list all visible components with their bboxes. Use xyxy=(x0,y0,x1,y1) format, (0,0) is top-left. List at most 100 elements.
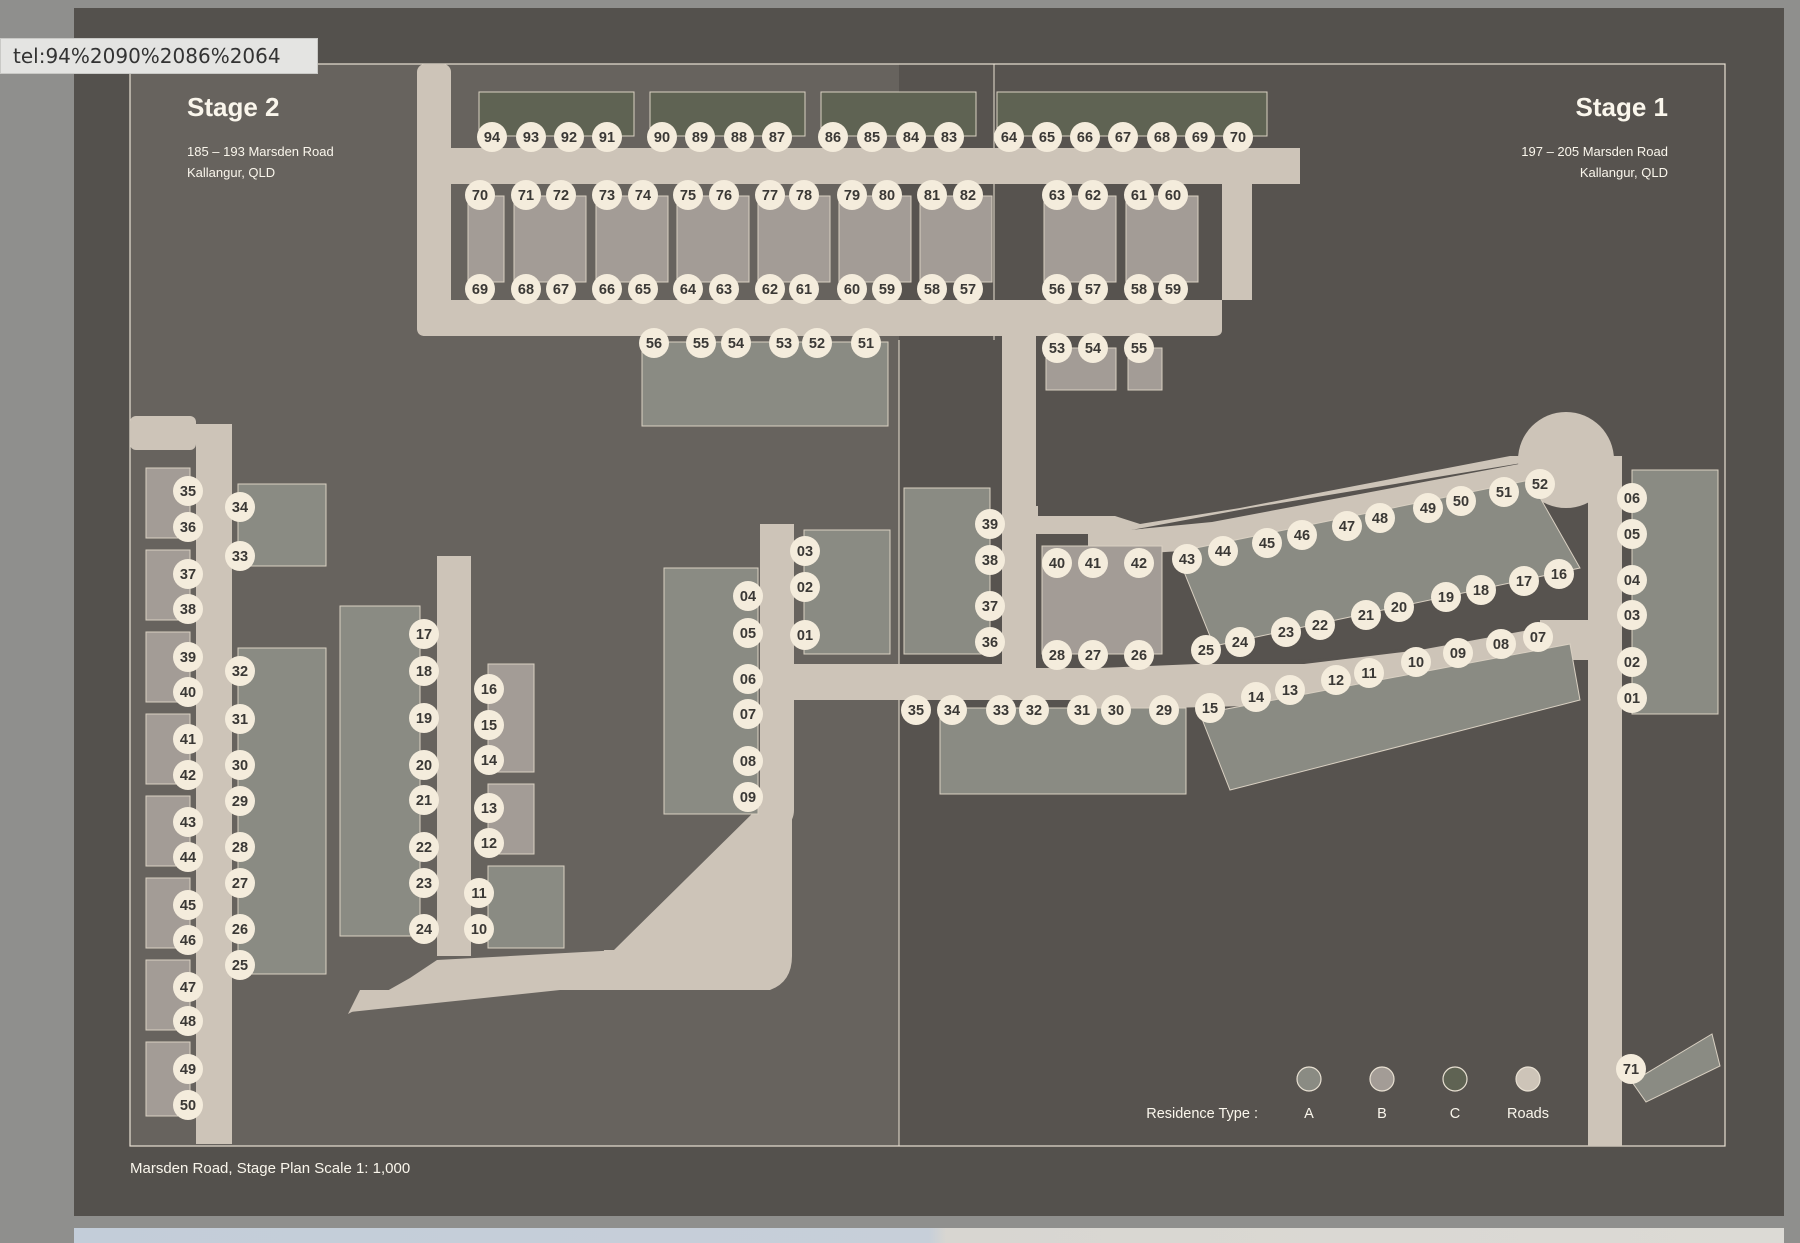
lot-badge-stage1-south-row-35[interactable]: 35 xyxy=(901,695,931,725)
lot-badge-stage2-mid-upper-81[interactable]: 81 xyxy=(917,180,947,210)
lot-badge-stage2-top-row-93[interactable]: 93 xyxy=(516,122,546,152)
lot-badge-stage2-third-column-22[interactable]: 22 xyxy=(409,832,439,862)
lot-badge-stage2-center-cluster-07[interactable]: 07 xyxy=(733,699,763,729)
lot-badge-stage2-west-column-43[interactable]: 43 xyxy=(173,807,203,837)
lot-badge-stage2-west-column-46[interactable]: 46 xyxy=(173,925,203,955)
lot-badge-stage2-top-row-90[interactable]: 90 xyxy=(647,122,677,152)
lot-badge-stage2-west-column-42[interactable]: 42 xyxy=(173,760,203,790)
lot-badge-stage2-below-road-52[interactable]: 52 xyxy=(802,328,832,358)
lot-badge-stage2-mid-lower-57[interactable]: 57 xyxy=(953,274,983,304)
lot-badge-stage1-mid-upper-61[interactable]: 61 xyxy=(1124,180,1154,210)
lot-badge-stage1-diagonal-upper-47[interactable]: 47 xyxy=(1332,511,1362,541)
lot-badge-stage2-below-road-51[interactable]: 51 xyxy=(851,328,881,358)
lot-badge-stage1-diagonal-lower-16[interactable]: 16 xyxy=(1544,559,1574,589)
lot-badge-stage2-top-row-89[interactable]: 89 xyxy=(685,122,715,152)
lot-badge-stage2-second-column-28[interactable]: 28 xyxy=(225,832,255,862)
lot-badge-stage2-mid-upper-77[interactable]: 77 xyxy=(755,180,785,210)
lot-badge-stage2-third-column-19[interactable]: 19 xyxy=(409,703,439,733)
lot-badge-stage2-below-road-56[interactable]: 56 xyxy=(639,328,669,358)
lot-badge-stage1-top-row-68[interactable]: 68 xyxy=(1147,122,1177,152)
lot-badge-stage2-west-column-45[interactable]: 45 xyxy=(173,890,203,920)
lot-badge-stage1-cluster-west-37[interactable]: 37 xyxy=(975,591,1005,621)
lot-badge-stage1-diagonal-lower-19[interactable]: 19 xyxy=(1431,582,1461,612)
lot-badge-stage1-top-row-64[interactable]: 64 xyxy=(994,122,1024,152)
lot-badge-stage1-diagonal-lower-24[interactable]: 24 xyxy=(1225,627,1255,657)
lot-badge-stage2-second-column-33[interactable]: 33 xyxy=(225,541,255,571)
lot-badge-stage1-diagonal-upper-46[interactable]: 46 xyxy=(1287,520,1317,550)
lot-badge-stage2-west-column-40[interactable]: 40 xyxy=(173,677,203,707)
lot-badge-stage1-diagonal-upper-51[interactable]: 51 xyxy=(1489,477,1519,507)
lot-badge-stage1-diagonal-lower-22[interactable]: 22 xyxy=(1305,610,1335,640)
lot-badge-stage1-top-row-65[interactable]: 65 xyxy=(1032,122,1062,152)
lot-badge-stage2-mid-lower-60[interactable]: 60 xyxy=(837,274,867,304)
lot-badge-stage2-second-column-27[interactable]: 27 xyxy=(225,868,255,898)
lot-badge-stage2-mid-lower-67[interactable]: 67 xyxy=(546,274,576,304)
lot-badge-stage2-fourth-column-12[interactable]: 12 xyxy=(474,828,504,858)
lot-badge-stage2-second-column-34[interactable]: 34 xyxy=(225,492,255,522)
lot-badge-stage2-top-row-94[interactable]: 94 xyxy=(477,122,507,152)
lot-badge-stage2-center-cluster-05[interactable]: 05 xyxy=(733,618,763,648)
lot-badge-stage1-south-row-32[interactable]: 32 xyxy=(1019,695,1049,725)
lot-badge-stage2-west-column-49[interactable]: 49 xyxy=(173,1054,203,1084)
lot-badge-stage2-west-column-39[interactable]: 39 xyxy=(173,642,203,672)
lot-badge-stage2-west-column-38[interactable]: 38 xyxy=(173,594,203,624)
lot-badge-stage2-mid-lower-68[interactable]: 68 xyxy=(511,274,541,304)
lot-badge-stage2-third-column-23[interactable]: 23 xyxy=(409,868,439,898)
lot-badge-stage1-diagonal-lower-18[interactable]: 18 xyxy=(1466,575,1496,605)
lot-badge-stage2-third-column-20[interactable]: 20 xyxy=(409,750,439,780)
lot-badge-stage2-west-column-37[interactable]: 37 xyxy=(173,559,203,589)
lot-badge-stage1-cluster-west-38[interactable]: 38 xyxy=(975,545,1005,575)
lot-badge-stage1-mid-upper-60[interactable]: 60 xyxy=(1158,180,1188,210)
lot-badge-stage1-south-row-09[interactable]: 09 xyxy=(1443,638,1473,668)
lot-badge-stage1-mid-upper-62[interactable]: 62 xyxy=(1078,180,1108,210)
lot-badge-stage1-diagonal-upper-44[interactable]: 44 xyxy=(1208,536,1238,566)
lot-badge-stage2-second-column-32[interactable]: 32 xyxy=(225,656,255,686)
lot-badge-stage2-fourth-column-13[interactable]: 13 xyxy=(474,793,504,823)
lot-badge-stage1-below-road-53[interactable]: 53 xyxy=(1042,333,1072,363)
lot-badge-stage2-mid-lower-63[interactable]: 63 xyxy=(709,274,739,304)
lot-badge-stage1-south-row-11[interactable]: 11 xyxy=(1354,658,1384,688)
lot-badge-stage1-south-row-29[interactable]: 29 xyxy=(1149,695,1179,725)
lot-badge-stage1-east-column-06[interactable]: 06 xyxy=(1617,483,1647,513)
lot-badge-stage1-south-row-13[interactable]: 13 xyxy=(1275,675,1305,705)
lot-badge-stage2-fourth-column-10[interactable]: 10 xyxy=(464,914,494,944)
lot-badge-stage1-south-row-12[interactable]: 12 xyxy=(1321,665,1351,695)
lot-badge-stage1-east-column-03[interactable]: 03 xyxy=(1617,600,1647,630)
lot-badge-stage2-mid-upper-76[interactable]: 76 xyxy=(709,180,739,210)
lot-badge-stage2-mid-lower-65[interactable]: 65 xyxy=(628,274,658,304)
lot-badge-stage1-south-row-31[interactable]: 31 xyxy=(1067,695,1097,725)
lot-badge-stage1-cluster-mid-upper-41[interactable]: 41 xyxy=(1078,548,1108,578)
lot-badge-stage2-mid-lower-61[interactable]: 61 xyxy=(789,274,819,304)
lot-badge-stage2-second-column-29[interactable]: 29 xyxy=(225,786,255,816)
lot-badge-stage2-mid-upper-70[interactable]: 70 xyxy=(465,180,495,210)
lot-badge-stage2-fourth-column-15[interactable]: 15 xyxy=(474,710,504,740)
lot-badge-stage2-top-row-87[interactable]: 87 xyxy=(762,122,792,152)
lot-badge-stage2-mid-lower-62[interactable]: 62 xyxy=(755,274,785,304)
lot-badge-stage1-mid-lower-59[interactable]: 59 xyxy=(1158,274,1188,304)
lot-badge-stage2-top-row-92[interactable]: 92 xyxy=(554,122,584,152)
lot-badge-stage2-center-cluster-09[interactable]: 09 xyxy=(733,782,763,812)
lot-badge-stage1-east-column-05[interactable]: 05 xyxy=(1617,519,1647,549)
lot-badge-stage1-diagonal-upper-43[interactable]: 43 xyxy=(1172,544,1202,574)
lot-badge-stage2-fourth-column-16[interactable]: 16 xyxy=(474,674,504,704)
lot-badge-stage2-center-cluster-01[interactable]: 01 xyxy=(790,620,820,650)
lot-badge-stage1-cluster-mid-lower-27[interactable]: 27 xyxy=(1078,640,1108,670)
lot-badge-stage1-top-row-67[interactable]: 67 xyxy=(1108,122,1138,152)
lot-badge-stage2-third-column-17[interactable]: 17 xyxy=(409,619,439,649)
lot-badge-stage1-cluster-west-36[interactable]: 36 xyxy=(975,627,1005,657)
lot-badge-stage1-south-row-15[interactable]: 15 xyxy=(1195,693,1225,723)
lot-badge-stage1-diagonal-upper-49[interactable]: 49 xyxy=(1413,493,1443,523)
lot-badge-stage2-mid-lower-66[interactable]: 66 xyxy=(592,274,622,304)
lot-badge-stage1-mid-upper-63[interactable]: 63 xyxy=(1042,180,1072,210)
lot-badge-stage1-east-column-01[interactable]: 01 xyxy=(1617,683,1647,713)
lot-badge-stage2-mid-lower-64[interactable]: 64 xyxy=(673,274,703,304)
lot-badge-stage2-west-column-41[interactable]: 41 xyxy=(173,724,203,754)
lot-badge-stage2-mid-upper-74[interactable]: 74 xyxy=(628,180,658,210)
lot-badge-stage2-fourth-column-11[interactable]: 11 xyxy=(464,878,494,908)
lot-badge-stage2-second-column-26[interactable]: 26 xyxy=(225,914,255,944)
lot-badge-stage2-second-column-30[interactable]: 30 xyxy=(225,750,255,780)
lot-badge-stage2-mid-lower-58[interactable]: 58 xyxy=(917,274,947,304)
lot-badge-stage2-top-row-86[interactable]: 86 xyxy=(818,122,848,152)
lot-badge-stage1-top-row-66[interactable]: 66 xyxy=(1070,122,1100,152)
lot-badge-stage2-west-column-36[interactable]: 36 xyxy=(173,512,203,542)
